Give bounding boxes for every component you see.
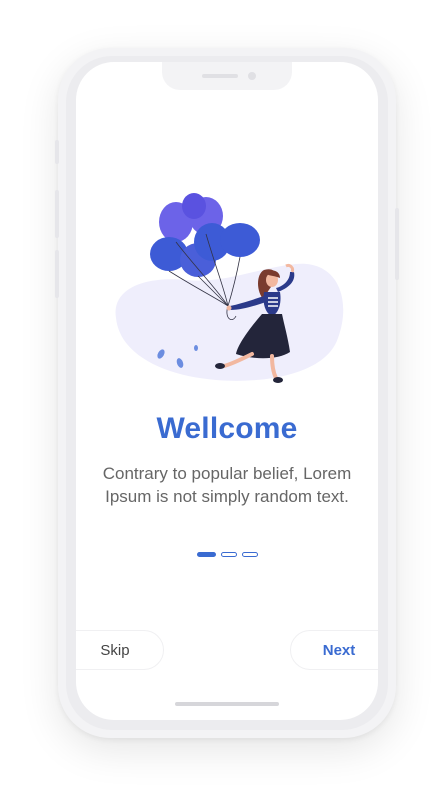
speaker-grille [202,74,238,78]
volume-side-button [55,250,59,298]
woman-with-balloons-illustration [115,193,344,383]
page-dot-1-active[interactable] [196,552,216,557]
onboarding-title: Wellcome [156,412,298,445]
page-dot-3[interactable] [241,552,258,557]
onboarding-description: Contrary to popular belief, Lorem Ipsum … [102,464,352,506]
power-side-button [395,208,399,280]
volume-down-side-button [55,190,59,238]
front-camera [248,72,256,80]
page-indicator [76,552,378,557]
notch [162,62,292,90]
phone-device-frame: Wellcome Contrary to popular belief, Lor… [55,48,399,738]
next-button[interactable]: Next [290,630,378,670]
stage: Wellcome Contrary to popular belief, Lor… [0,0,445,790]
page-dot-2[interactable] [220,552,237,557]
phone-screen: Wellcome Contrary to popular belief, Lor… [76,62,378,720]
home-indicator[interactable] [175,702,279,706]
volume-up-side-button [55,140,59,164]
skip-button[interactable]: Skip [76,630,164,670]
